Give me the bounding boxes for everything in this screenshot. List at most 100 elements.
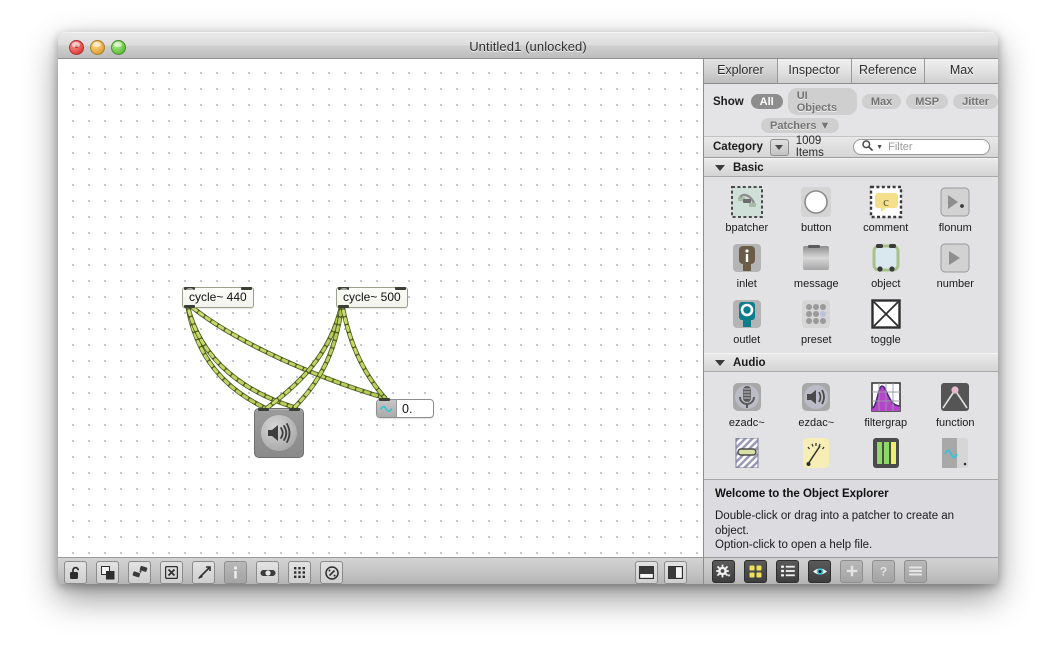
inlet-right[interactable] (289, 408, 300, 411)
tab-reference[interactable]: Reference (852, 59, 926, 83)
filter-search-box[interactable]: ▼ (853, 139, 990, 155)
screen: Untitled1 (unlocked) (0, 0, 1055, 662)
outlet-left[interactable] (184, 305, 195, 308)
svg-text:?: ? (880, 565, 887, 578)
unlock-padlock-icon[interactable] (64, 561, 87, 584)
help-icon: ? (872, 560, 895, 583)
palette-item-preset[interactable]: preset (782, 295, 852, 346)
plus-icon (840, 560, 863, 583)
number-signal-box[interactable]: 0. (376, 399, 434, 418)
bpatcher-icon (728, 183, 766, 221)
sidebar-tabs: Explorer Inspector Reference Max (704, 59, 998, 84)
filter-pill-ui-objects[interactable]: UI Objects (788, 88, 857, 115)
inlet-left[interactable] (379, 398, 390, 401)
patcher-canvas[interactable]: cycle~ 440 cycle~ 500 (58, 59, 703, 557)
palette-item-toggle[interactable]: toggle (851, 295, 921, 346)
palette-item-filtergraph[interactable]: filtergrap (851, 378, 921, 429)
palette-item-outlet[interactable]: outlet (712, 295, 782, 346)
palette-item-label: button (801, 222, 832, 234)
group-header-basic[interactable]: Basic (704, 158, 998, 177)
patcher-window: Untitled1 (unlocked) (58, 32, 998, 584)
tab-explorer[interactable]: Explorer (704, 59, 778, 83)
speaker-icon (261, 415, 297, 451)
show-filter-line-1: Show All UI Objects Max MSP Jitter (713, 88, 998, 115)
object-box-text: cycle~ 440 (189, 290, 247, 304)
palette-item-ezadc[interactable]: ezadc~ (712, 378, 782, 429)
palette-item-levelmeter[interactable] (851, 434, 921, 473)
patchers-dropdown[interactable]: Patchers ▼ (761, 118, 839, 133)
category-label: Category (713, 141, 763, 153)
category-dropdown-button[interactable] (770, 139, 789, 156)
flonum-icon (936, 183, 974, 221)
filter-pill-all[interactable]: All (751, 94, 783, 109)
patcher-toolbar-left-group (64, 561, 343, 584)
svg-text:c: c (883, 194, 889, 209)
window-title: Untitled1 (unlocked) (58, 33, 998, 60)
inlet-left[interactable] (184, 287, 195, 290)
hide-on-lock-icon[interactable] (160, 561, 183, 584)
object-box-cycle-440[interactable]: cycle~ 440 (182, 287, 254, 308)
patcher-toolbar (58, 557, 703, 584)
palette-item-ezdac[interactable]: ezdac~ (782, 378, 852, 429)
gear-icon[interactable] (712, 560, 735, 583)
palette-item-number[interactable]: number (921, 239, 991, 290)
ezdac-object[interactable] (254, 408, 304, 458)
list-view-icon[interactable] (776, 560, 799, 583)
object-palette[interactable]: Basic bpatcher (704, 158, 998, 479)
palette-item-button[interactable]: button (782, 183, 852, 234)
eye-icon[interactable] (808, 560, 831, 583)
filter-input[interactable] (886, 140, 981, 154)
inlet-left[interactable] (258, 408, 269, 411)
inlet-right[interactable] (395, 287, 406, 290)
tab-max[interactable]: Max (925, 59, 998, 83)
palette-item-label: preset (801, 334, 832, 346)
palette-item-comment[interactable]: c comment (851, 183, 921, 234)
palette-item-bpatcher[interactable]: bpatcher (712, 183, 782, 234)
debug-probe-icon[interactable] (320, 561, 343, 584)
grid-snap-icon[interactable] (288, 561, 311, 584)
grid-view-icon[interactable] (744, 560, 767, 583)
meter-gauge-icon (797, 434, 835, 472)
palette-item-function[interactable]: function (921, 378, 991, 429)
patcher-toolbar-right-group (635, 561, 687, 584)
palette-item-message[interactable]: message (782, 239, 852, 290)
menu-icon (904, 560, 927, 583)
filter-pill-jitter[interactable]: Jitter (953, 94, 998, 109)
toggle-icon (867, 295, 905, 333)
presentation-mode-icon[interactable] (96, 561, 119, 584)
palette-item-number-signal[interactable] (921, 434, 991, 473)
split-vertical-icon[interactable] (664, 561, 687, 584)
palette-item-label: inlet (737, 278, 757, 290)
split-horizontal-icon[interactable] (635, 561, 658, 584)
microphone-icon (728, 378, 766, 416)
palette-item-label: number (937, 278, 974, 290)
filter-pill-max[interactable]: Max (862, 94, 901, 109)
sine-wave-icon (377, 400, 397, 417)
palette-item-object[interactable]: object (851, 239, 921, 290)
outlet-left[interactable] (338, 305, 349, 308)
hide-patch-cords-icon[interactable] (128, 561, 151, 584)
toggle-object-icon[interactable] (256, 561, 279, 584)
palette-item-gain[interactable] (712, 434, 782, 473)
palette-item-flonum[interactable]: flonum (921, 183, 991, 234)
inspector-info-icon[interactable] (224, 561, 247, 584)
inlet-left[interactable] (338, 287, 349, 290)
palette-item-label: outlet (733, 334, 760, 346)
inlet-right[interactable] (241, 287, 252, 290)
group-header-audio[interactable]: Audio (704, 353, 998, 372)
object-icon (867, 239, 905, 277)
palette-item-label: message (794, 278, 839, 290)
palette-item-meter[interactable] (782, 434, 852, 473)
group-grid-basic: bpatcher button (704, 177, 998, 353)
tab-inspector[interactable]: Inspector (778, 59, 852, 83)
palette-item-label: filtergrap (864, 417, 907, 429)
add-object-icon[interactable] (192, 561, 215, 584)
filter-pill-msp[interactable]: MSP (906, 94, 948, 109)
number-icon (936, 239, 974, 277)
show-label: Show (713, 96, 744, 108)
palette-item-inlet[interactable]: inlet (712, 239, 782, 290)
show-filter-row: Show All UI Objects Max MSP Jitter Patch… (704, 84, 998, 137)
object-box-cycle-500[interactable]: cycle~ 500 (336, 287, 408, 308)
speaker-icon (797, 378, 835, 416)
patch-cords (58, 59, 703, 557)
